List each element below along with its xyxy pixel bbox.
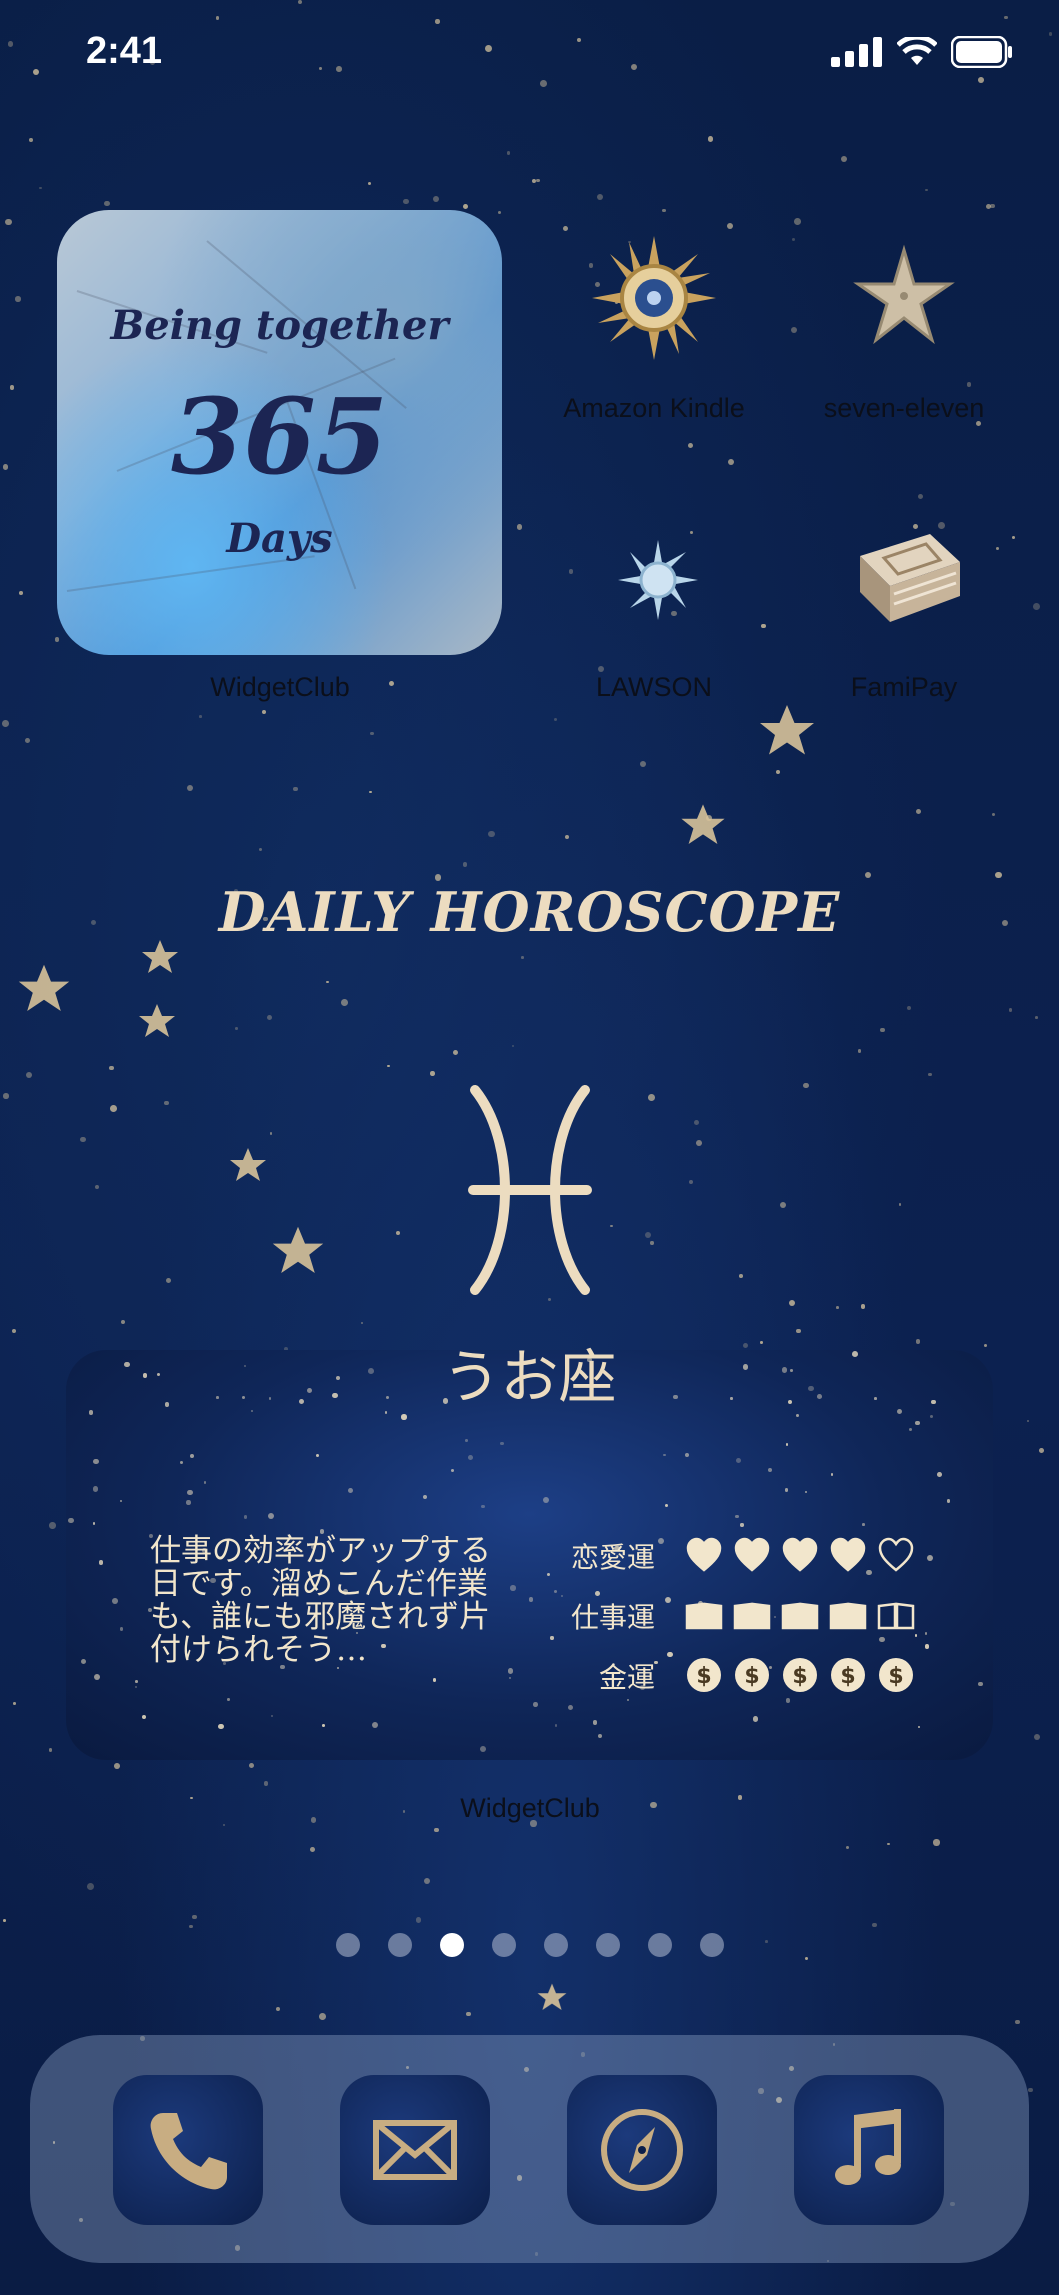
heart-icon <box>877 1536 915 1574</box>
book-icon <box>829 1596 867 1634</box>
horoscope-message: 仕事の効率がアップする日です。溜めこんだ作業も、誰にも邪魔されず片付けられそう… <box>150 1533 491 1668</box>
heart-icon <box>829 1536 867 1574</box>
horoscope-widget-label: WidgetClub <box>460 1793 600 1823</box>
book-icon <box>877 1596 915 1634</box>
svg-text:$: $ <box>840 1664 855 1689</box>
compass-icon <box>601 2109 683 2191</box>
page-dot[interactable] <box>387 1933 412 1957</box>
horoscope-title: DAILY HOROSCOPE <box>218 880 841 944</box>
coin-icon: $ <box>877 1656 915 1694</box>
svg-text:$: $ <box>744 1664 759 1689</box>
heart-icon <box>733 1536 771 1574</box>
coin-icon: $ <box>829 1656 867 1694</box>
rating-label-love: 恋愛運 <box>570 1541 655 1574</box>
pisces-icon <box>468 1085 592 1295</box>
mail-icon <box>373 2120 457 2180</box>
rating-label-work: 仕事運 <box>570 1601 655 1634</box>
rating-work <box>685 1596 915 1634</box>
music-note-icon <box>835 2109 901 2185</box>
dock-safari-app[interactable] <box>567 2075 717 2225</box>
dock-music-app[interactable] <box>794 2075 944 2225</box>
page-dot[interactable] <box>647 1933 672 1957</box>
rating-love <box>685 1536 915 1574</box>
dock-mail-app[interactable] <box>340 2075 490 2225</box>
page-dot[interactable] <box>543 1933 568 1957</box>
page-indicator[interactable] <box>0 1933 1059 1957</box>
book-icon <box>733 1596 771 1634</box>
dock-phone-app[interactable] <box>113 2075 263 2225</box>
svg-text:$: $ <box>696 1664 711 1689</box>
heart-icon <box>781 1536 819 1574</box>
page-dot[interactable] <box>335 1933 360 1957</box>
svg-text:$: $ <box>888 1664 903 1689</box>
phone-icon <box>150 2113 227 2190</box>
heart-icon <box>685 1536 723 1574</box>
svg-text:$: $ <box>792 1664 807 1689</box>
zodiac-sign-name: うお座 <box>442 1343 617 1411</box>
coin-icon: $ <box>781 1656 819 1694</box>
coin-icon: $ <box>685 1656 723 1694</box>
coin-icon: $ <box>733 1656 771 1694</box>
page-dot[interactable] <box>491 1933 516 1957</box>
rating-money: $ $ $ $ $ <box>685 1656 915 1694</box>
book-icon <box>685 1596 723 1634</box>
rating-label-money: 金運 <box>598 1661 655 1694</box>
page-dot[interactable] <box>699 1933 724 1957</box>
page-dot[interactable] <box>595 1933 620 1957</box>
book-icon <box>781 1596 819 1634</box>
page-dot[interactable] <box>439 1933 464 1957</box>
